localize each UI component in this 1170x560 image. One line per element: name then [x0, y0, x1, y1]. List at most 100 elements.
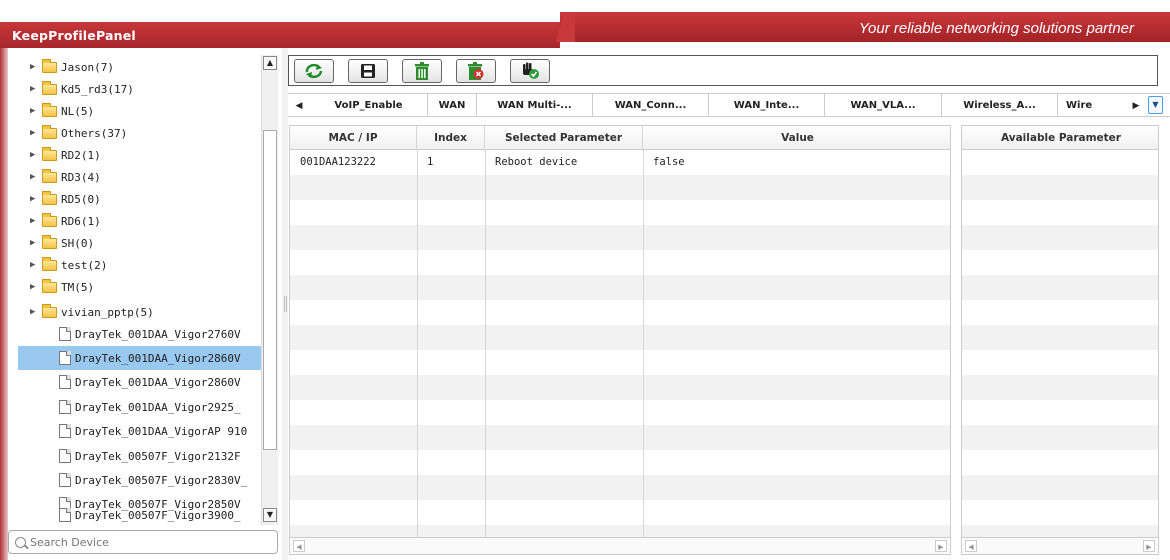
tree-folder-label: NL(5): [61, 104, 95, 118]
slogan-bar-slant: [545, 12, 575, 42]
scroll-up-icon[interactable]: ▲: [263, 56, 277, 70]
tab-scroll-right-icon[interactable]: ▶: [1128, 97, 1144, 115]
tree-folder-label: vivian_pptp(5): [61, 305, 154, 319]
tree-device[interactable]: DrayTek_00507F_Vigor3900_: [18, 505, 262, 525]
folder-icon: [42, 190, 57, 205]
scroll-thumb[interactable]: [263, 130, 277, 450]
trash-x-icon: [468, 62, 484, 80]
tree-folder[interactable]: ▶ RD2(1): [18, 143, 262, 167]
document-icon: [59, 351, 71, 365]
tree-device[interactable]: DrayTek_00507F_Vigor2830V_: [18, 468, 262, 492]
expand-arrow-icon[interactable]: ▶: [30, 238, 40, 248]
grid-horizontal-scrollbar[interactable]: ◀ ▶: [290, 537, 950, 554]
scroll-down-icon[interactable]: ▼: [263, 508, 277, 522]
tree-device-selected[interactable]: DrayTek_001DAA_Vigor2860V: [18, 346, 262, 370]
search-box[interactable]: [8, 530, 278, 554]
tree-folder[interactable]: ▶ Jason(7): [18, 55, 262, 79]
grid-header: Available Parameter: [962, 126, 1158, 150]
tab-wan[interactable]: WAN: [428, 94, 477, 117]
expand-arrow-icon[interactable]: ▶: [30, 216, 40, 226]
expand-arrow-icon[interactable]: ▶: [30, 194, 40, 204]
tree-folder[interactable]: ▶ Kd5_rd3(17): [18, 77, 262, 101]
tree-device[interactable]: DrayTek_001DAA_Vigor2760V: [18, 322, 262, 346]
tree-folder-label: Jason(7): [61, 60, 114, 74]
tab-menu-dropdown-icon[interactable]: ▼: [1148, 96, 1163, 114]
expand-arrow-icon[interactable]: ▶: [30, 62, 40, 72]
column-header-available-parameter[interactable]: Available Parameter: [962, 126, 1158, 150]
scroll-left-icon[interactable]: ◀: [293, 540, 305, 552]
expand-arrow-icon[interactable]: ▶: [30, 307, 40, 317]
expand-arrow-icon[interactable]: ▶: [30, 260, 40, 270]
tree-device-label: DrayTek_001DAA_Vigor2860V: [75, 375, 241, 389]
folder-icon: [42, 256, 57, 271]
tree-device-label: DrayTek_001DAA_Vigor2925_: [75, 400, 241, 414]
expand-arrow-icon[interactable]: ▶: [30, 150, 40, 160]
tree-folder[interactable]: ▶ Others(37): [18, 121, 262, 145]
document-icon: [59, 375, 71, 389]
expand-arrow-icon[interactable]: ▶: [30, 128, 40, 138]
tree-scrollbar[interactable]: ▲ ▼: [261, 55, 278, 525]
column-header-selected-parameter[interactable]: Selected Parameter: [485, 126, 643, 150]
tree-device[interactable]: DrayTek_001DAA_Vigor2860V: [18, 370, 262, 394]
refresh-button[interactable]: [294, 59, 334, 83]
tree-folder[interactable]: ▶ RD3(4): [18, 165, 262, 189]
tab-scroll-left-icon[interactable]: ◀: [291, 97, 307, 115]
apply-button[interactable]: [510, 59, 550, 83]
tab-wan-vla[interactable]: WAN_VLA...: [825, 94, 942, 117]
tree-folder[interactable]: ▶ NL(5): [18, 99, 262, 123]
tree-folder[interactable]: ▶ SH(0): [18, 231, 262, 255]
document-icon: [59, 424, 71, 438]
expand-arrow-icon[interactable]: ▶: [30, 106, 40, 116]
search-device-input[interactable]: [30, 535, 260, 549]
tab-wan-multi[interactable]: WAN Multi-...: [477, 94, 593, 117]
folder-icon: [42, 234, 57, 249]
tree-folder[interactable]: ▶ RD5(0): [18, 187, 262, 211]
tree-device[interactable]: DrayTek_001DAA_VigorAP 910: [18, 419, 262, 443]
scroll-right-icon[interactable]: ▶: [935, 540, 947, 552]
tree-folder[interactable]: ▶ test(2): [18, 253, 262, 277]
available-parameters-grid: Available Parameter ◀ ▶: [961, 125, 1159, 555]
delete-button[interactable]: [402, 59, 442, 83]
left-edge-decoration: [0, 48, 8, 560]
column-divider: [417, 150, 418, 540]
column-header-mac-ip[interactable]: MAC / IP: [290, 126, 417, 150]
column-header-index[interactable]: Index: [417, 126, 485, 150]
cell-mac-ip[interactable]: 001DAA123222: [290, 150, 417, 175]
available-horizontal-scrollbar[interactable]: ◀ ▶: [962, 537, 1158, 554]
tab-wan-inte[interactable]: WAN_Inte...: [709, 94, 825, 117]
tree-folder-label: RD5(0): [61, 192, 101, 206]
tree-folder-label: SH(0): [61, 236, 95, 250]
tree-folder[interactable]: ▶ vivian_pptp(5): [18, 300, 262, 324]
floppy-disk-icon: [361, 64, 375, 78]
tree-folder[interactable]: ▶ RD6(1): [18, 209, 262, 233]
tree-device[interactable]: DrayTek_00507F_Vigor2132F: [18, 444, 262, 468]
tab-voip-enable[interactable]: VoIP_Enable: [310, 94, 428, 117]
tree-folder[interactable]: ▶ TM(5): [18, 275, 262, 299]
action-toolbar: [288, 55, 1158, 86]
folder-icon: [42, 303, 57, 318]
tree-folder-label: Kd5_rd3(17): [61, 82, 134, 96]
column-header-value[interactable]: Value: [643, 126, 950, 150]
tree-folder-label: Others(37): [61, 126, 128, 140]
tab-wan-conn[interactable]: WAN_Conn...: [593, 94, 709, 117]
tab-wireless-a[interactable]: Wireless_A...: [942, 94, 1058, 117]
delete-selected-button[interactable]: [456, 59, 496, 83]
grid-stripe: [962, 325, 1158, 350]
brand-slogan: Your reliable networking solutions partn…: [858, 20, 1134, 37]
tree-folder-label: RD2(1): [61, 148, 101, 162]
save-button[interactable]: [348, 59, 388, 83]
expand-arrow-icon[interactable]: ▶: [30, 84, 40, 94]
scroll-right-icon[interactable]: ▶: [1143, 540, 1155, 552]
scroll-left-icon[interactable]: ◀: [965, 540, 977, 552]
expand-arrow-icon[interactable]: ▶: [30, 172, 40, 182]
grid-stripe: [290, 475, 950, 500]
cell-index[interactable]: 1: [417, 150, 485, 175]
tree-device[interactable]: DrayTek_001DAA_Vigor2925_: [18, 395, 262, 419]
tab-wire[interactable]: Wire: [1058, 94, 1128, 117]
cell-parameter[interactable]: Reboot device: [485, 150, 643, 175]
folder-icon: [42, 58, 57, 73]
splitter-grip-icon[interactable]: [284, 296, 287, 312]
cell-value[interactable]: false: [643, 150, 943, 175]
expand-arrow-icon[interactable]: ▶: [30, 282, 40, 292]
grid-stripe: [962, 475, 1158, 500]
